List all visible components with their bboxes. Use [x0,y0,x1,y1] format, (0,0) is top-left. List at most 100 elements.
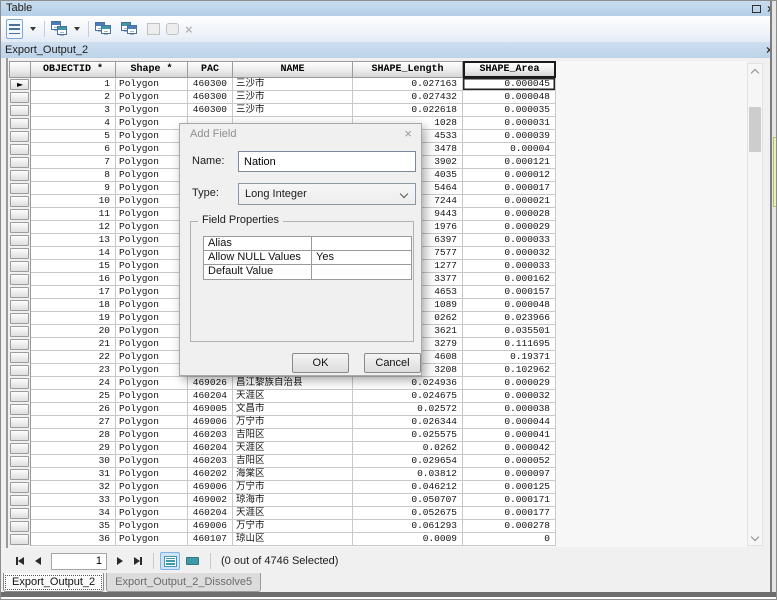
scroll-up-icon[interactable] [748,64,762,79]
row-selector[interactable] [9,403,31,416]
column-header-shape[interactable]: Shape * [116,61,188,78]
dialog-close-icon[interactable]: × [404,126,412,141]
switch-selection-button[interactable] [119,19,143,39]
vertical-scrollbar[interactable] [747,63,763,546]
related-tables-button[interactable] [49,19,82,39]
cell-pac: 460203 [188,455,233,468]
delete-icon: × [185,23,193,36]
row-selector[interactable] [9,364,31,377]
cell-name: 三沙市 [233,91,353,104]
cell-shape-area: 0.000177 [463,507,556,520]
cell-pac: 460300 [188,104,233,117]
cell-shape: Polygon [116,325,188,338]
table-row: 28Polygon460203吉阳区0.0255750.000041 [9,429,556,442]
field-name-input[interactable] [238,151,416,172]
tab-export-output-2[interactable]: Export_Output_2 [3,573,104,592]
row-selector[interactable] [9,377,31,390]
row-selector[interactable] [9,234,31,247]
field-type-select[interactable]: Long Integer [238,183,416,205]
cell-shape-area: 0.111695 [463,338,556,351]
row-selector[interactable] [9,507,31,520]
row-selector[interactable] [9,273,31,286]
table-row: 29Polygon460204天涯区0.02620.000042 [9,442,556,455]
row-selector[interactable] [9,130,31,143]
cell-objectid: 1 [31,78,116,91]
property-value[interactable] [311,265,411,279]
cell-objectid: 12 [31,221,116,234]
row-selector[interactable] [9,182,31,195]
row-selector[interactable] [9,221,31,234]
scroll-down-icon[interactable] [748,530,762,545]
last-record-button[interactable] [129,552,147,570]
row-selector[interactable] [9,455,31,468]
row-selector[interactable] [9,260,31,273]
cell-shape: Polygon [116,78,188,91]
tab-export-output-2-dissolve5[interactable]: Export_Output_2_Dissolve5 [106,573,261,592]
cell-name: 天涯区 [233,442,353,455]
row-selector[interactable] [9,481,31,494]
ok-button[interactable]: OK [292,353,349,373]
clear-selection-button [145,19,162,39]
row-selector[interactable] [9,91,31,104]
cell-objectid: 3 [31,104,116,117]
cell-shape-area: 0.000157 [463,286,556,299]
row-selector[interactable] [9,143,31,156]
row-selector[interactable] [9,195,31,208]
show-selected-records-button[interactable] [182,552,202,570]
row-selector[interactable] [9,169,31,182]
cell-shape-area: 0.000017 [463,182,556,195]
row-selector[interactable] [9,390,31,403]
table-row: 33Polygon469002琼海市0.0507070.000171 [9,494,556,507]
cell-shape-area: 0.00004 [463,143,556,156]
record-number-input[interactable] [51,553,107,570]
row-selector[interactable]: ► [9,78,31,91]
window-left-edge [6,58,8,548]
column-header-shape-area[interactable]: SHAPE_Area [463,61,556,78]
row-selector[interactable] [9,468,31,481]
row-selector[interactable] [9,325,31,338]
column-header-name[interactable]: NAME [233,61,353,78]
cell-objectid: 28 [31,429,116,442]
row-selector[interactable] [9,533,31,546]
row-selector[interactable] [9,247,31,260]
row-selector[interactable] [9,494,31,507]
row-selector[interactable] [9,429,31,442]
column-header-selector[interactable] [9,61,31,78]
table-options-dropdown[interactable] [25,19,38,39]
row-selector[interactable] [9,286,31,299]
row-selector[interactable] [9,156,31,169]
row-selector[interactable] [9,299,31,312]
column-header-pac[interactable]: PAC [188,61,233,78]
float-window-icon[interactable] [752,5,761,13]
row-selector[interactable] [9,520,31,533]
cell-shape-area: 0.000012 [463,169,556,182]
show-all-records-button[interactable] [160,552,180,570]
property-value[interactable]: Yes [311,251,411,264]
row-selector[interactable] [9,104,31,117]
cell-shape-length: 0.029654 [353,455,463,468]
previous-record-button[interactable] [29,552,47,570]
row-selector[interactable] [9,208,31,221]
cell-shape-area: 0.000033 [463,260,556,273]
first-record-button[interactable] [11,552,29,570]
next-record-button[interactable] [111,552,129,570]
column-header-shape-length[interactable]: SHAPE_Length [353,61,463,78]
cell-shape-area: 0.000033 [463,234,556,247]
select-highlighted-button[interactable] [93,19,117,39]
table-options-button[interactable] [6,19,23,39]
table-row: 26Polygon469005文昌市0.025720.000038 [9,403,556,416]
window-title: Table [1,1,32,16]
column-header-objectid[interactable]: OBJECTID * [31,61,116,78]
property-value[interactable] [311,237,411,250]
row-selector[interactable] [9,351,31,364]
row-selector[interactable] [9,416,31,429]
row-selector[interactable] [9,442,31,455]
cell-shape: Polygon [116,104,188,117]
row-selector[interactable] [9,338,31,351]
row-selector[interactable] [9,312,31,325]
zoom-to-selected-button [164,19,181,39]
cancel-button[interactable]: Cancel [364,353,421,373]
scrollbar-thumb[interactable] [749,107,761,152]
row-selector[interactable] [9,117,31,130]
cell-shape-area: 0.000162 [463,273,556,286]
